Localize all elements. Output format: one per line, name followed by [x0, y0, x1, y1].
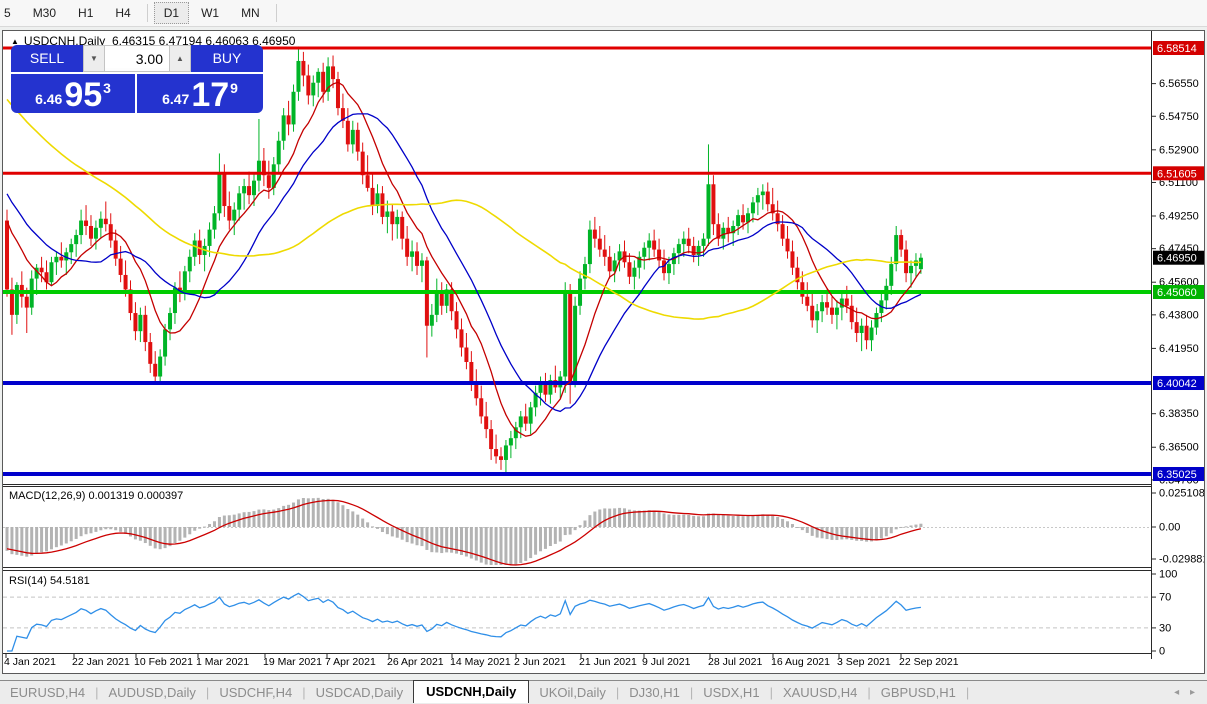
timeframe-button-h4[interactable]: H4 [105, 2, 140, 24]
date-label: 21 Jun 2021 [579, 656, 637, 668]
timeframe-button-m30[interactable]: M30 [23, 2, 66, 24]
tab-divider: | [966, 685, 969, 700]
date-label: 22 Jan 2021 [72, 656, 130, 668]
svg-text:6.49250: 6.49250 [1159, 211, 1199, 223]
buy-price-prefix: 6.47 [162, 91, 189, 107]
buy-button[interactable]: BUY [191, 45, 263, 72]
svg-text:6.43800: 6.43800 [1159, 309, 1199, 321]
chart-tab-usdchf[interactable]: USDCHF,H4 [209, 683, 302, 702]
chart-svg: 6.565506.547506.529006.511006.492506.474… [3, 31, 1204, 673]
rsi-label: RSI(14) 54.5181 [9, 575, 90, 587]
date-label: 1 Mar 2021 [196, 656, 249, 668]
sell-button[interactable]: SELL [11, 45, 83, 72]
chevron-up-icon: ▲ [176, 54, 184, 63]
macd-histogram [6, 498, 923, 565]
svg-text:70: 70 [1159, 592, 1171, 604]
sell-price-pip: 3 [103, 76, 111, 96]
one-click-trading-panel: SELL ▼ ▲ BUY 6.46 95 3 6.47 17 9 [11, 45, 263, 113]
date-label: 14 May 2021 [450, 656, 511, 668]
chart-tab-usdcnh[interactable]: USDCNH,Daily [413, 680, 529, 703]
svg-text:6.56550: 6.56550 [1159, 78, 1199, 90]
timeframe-button-h1[interactable]: H1 [68, 2, 103, 24]
svg-text:6.51605: 6.51605 [1157, 168, 1197, 180]
svg-text:100: 100 [1159, 569, 1177, 581]
buy-price-big: 17 [191, 79, 229, 111]
date-label: 26 Apr 2021 [387, 656, 444, 668]
svg-text:6.58514: 6.58514 [1157, 43, 1197, 55]
svg-text:0.025108: 0.025108 [1159, 488, 1204, 500]
rsi-line [7, 593, 921, 651]
sell-price-display[interactable]: 6.46 95 3 [11, 73, 135, 113]
macd-label: MACD(12,26,9) 0.001319 0.000397 [9, 490, 183, 502]
timeframe-button-w1[interactable]: W1 [191, 2, 229, 24]
sell-price-prefix: 6.46 [35, 91, 62, 107]
chart-tab-bar: EURUSD,H4|AUDUSD,Daily|USDCHF,H4|USDCAD,… [0, 680, 1207, 704]
volume-decrease-button[interactable]: ▼ [84, 46, 105, 71]
svg-text:6.41950: 6.41950 [1159, 343, 1199, 355]
date-label: 28 Jul 2021 [708, 656, 762, 668]
buy-price-pip: 9 [230, 76, 238, 96]
svg-text:30: 30 [1159, 622, 1171, 634]
date-label: 3 Sep 2021 [837, 656, 891, 668]
svg-text:6.45060: 6.45060 [1157, 287, 1197, 299]
ma-slow-line [7, 99, 921, 319]
sell-price-big: 95 [64, 79, 102, 111]
svg-text:6.38350: 6.38350 [1159, 408, 1199, 420]
svg-text:0.00: 0.00 [1159, 522, 1180, 534]
buy-price-display[interactable]: 6.47 17 9 [137, 73, 263, 113]
ma-mid-line [7, 114, 921, 412]
chart-tab-audusd[interactable]: AUDUSD,Daily [99, 683, 206, 702]
chart-tab-dj30[interactable]: DJ30,H1 [619, 683, 690, 702]
volume-input[interactable] [105, 50, 169, 68]
toolbar-separator [276, 4, 277, 22]
chart-window: 6.565506.547506.529006.511006.492506.474… [2, 30, 1205, 674]
date-label: 7 Apr 2021 [325, 656, 376, 668]
chart-tab-ukoil[interactable]: UKOil,Daily [529, 683, 615, 702]
date-label: 16 Aug 2021 [771, 656, 830, 668]
tab-scroll-arrows-icon[interactable]: ◂ ▸ [1174, 687, 1199, 698]
mt4-window: { "toolbar": { "periods": ["5","M30","H1… [0, 0, 1207, 703]
chart-tab-gbpusd[interactable]: GBPUSD,H1 [871, 683, 966, 702]
date-label: 19 Mar 2021 [263, 656, 322, 668]
chevron-down-icon: ▼ [90, 54, 98, 63]
volume-stepper: ▼ ▲ [83, 45, 191, 72]
chart-tab-usdcad[interactable]: USDCAD,Daily [306, 683, 413, 702]
svg-text:6.36500: 6.36500 [1159, 442, 1199, 454]
chart-tab-usdx[interactable]: USDX,H1 [693, 683, 769, 702]
svg-text:6.52900: 6.52900 [1159, 144, 1199, 156]
svg-text:6.40042: 6.40042 [1157, 378, 1197, 390]
chart-tab-eurusd[interactable]: EURUSD,H4 [0, 683, 95, 702]
date-label: 10 Feb 2021 [134, 656, 193, 668]
date-label: 22 Sep 2021 [899, 656, 959, 668]
volume-increase-button[interactable]: ▲ [169, 46, 190, 71]
svg-text:6.54750: 6.54750 [1159, 111, 1199, 123]
date-label: 9 Jul 2021 [642, 656, 691, 668]
timeframe-button-5[interactable]: 5 [0, 2, 21, 24]
date-label: 2 Jun 2021 [514, 656, 566, 668]
chart-tab-xauusd[interactable]: XAUUSD,H4 [773, 683, 867, 702]
svg-text:6.35025: 6.35025 [1157, 469, 1197, 481]
svg-text:6.46950: 6.46950 [1157, 253, 1197, 265]
timeframe-button-d1[interactable]: D1 [154, 2, 189, 24]
toolbar-separator [147, 4, 148, 22]
svg-text:0: 0 [1159, 646, 1165, 658]
date-label: 4 Jan 2021 [4, 656, 56, 668]
svg-text:-0.029881: -0.029881 [1159, 554, 1204, 566]
timeframe-button-mn[interactable]: MN [231, 2, 270, 24]
period-toolbar: 5M30H1H4 D1W1MN [0, 0, 1207, 27]
